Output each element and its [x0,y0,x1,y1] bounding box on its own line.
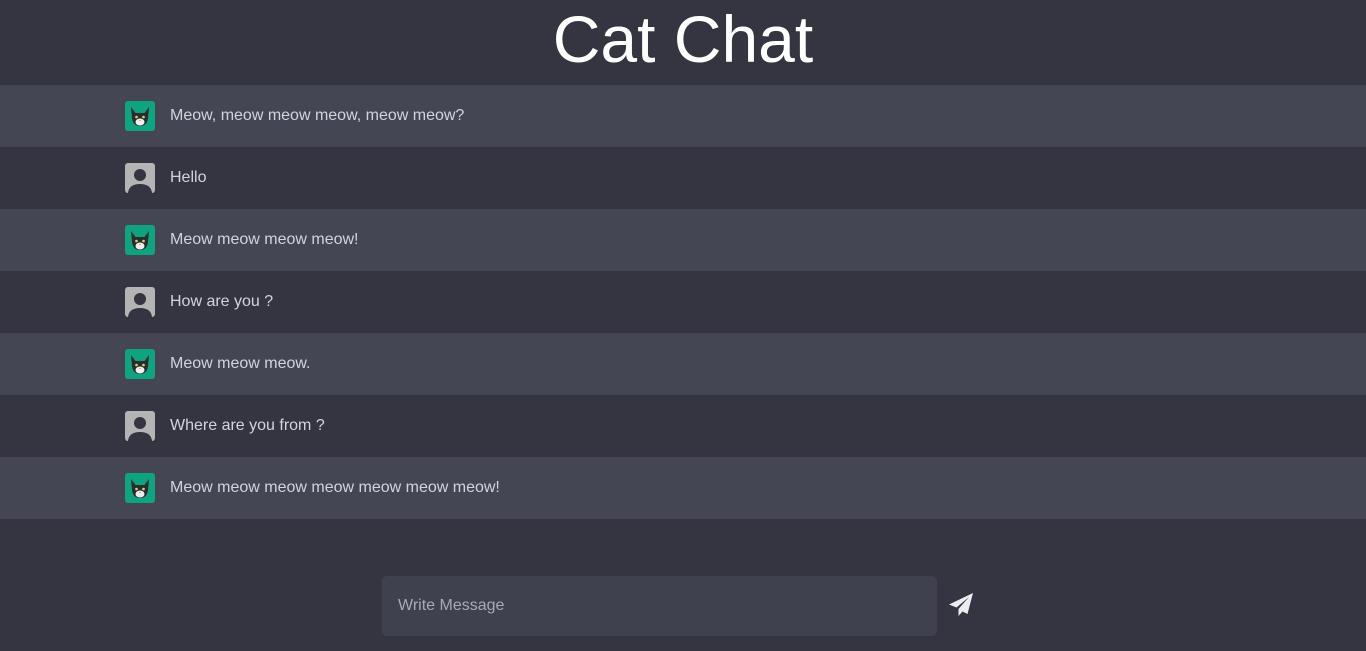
cat-avatar-icon [125,101,155,131]
message-row-cat: Meow, meow meow meow, meow meow? [0,85,1366,147]
message-row-user: Hello [0,147,1366,209]
paper-plane-icon [948,592,974,621]
message-text: Meow, meow meow meow, meow meow? [170,107,465,124]
cat-avatar-icon [125,349,155,379]
message-row-cat: Meow meow meow meow! [0,209,1366,271]
user-avatar-icon [125,287,155,317]
user-avatar-icon [125,163,155,193]
message-row-cat: Meow meow meow. [0,333,1366,395]
message-list: Meow, meow meow meow, meow meow? Hello M… [0,85,1366,519]
message-text: Meow meow meow. [170,355,311,372]
send-button[interactable] [947,592,975,620]
message-text: How are you ? [170,293,274,310]
message-composer [382,576,975,636]
user-avatar-icon [125,411,155,441]
message-row-user: How are you ? [0,271,1366,333]
message-row-user: Where are you from ? [0,395,1366,457]
message-text: Where are you from ? [170,417,325,434]
header: Cat Chat [0,0,1366,85]
message-row-cat: Meow meow meow meow meow meow meow! [0,457,1366,519]
cat-avatar-icon [125,225,155,255]
message-text: Meow meow meow meow meow meow meow! [170,479,500,496]
chat-app: Cat Chat Meow, meow meow meow, meow meow… [0,0,1366,651]
message-text: Hello [170,169,207,186]
message-text: Meow meow meow meow! [170,231,359,248]
message-input[interactable] [382,576,937,636]
page-title: Cat Chat [552,1,814,76]
cat-avatar-icon [125,473,155,503]
